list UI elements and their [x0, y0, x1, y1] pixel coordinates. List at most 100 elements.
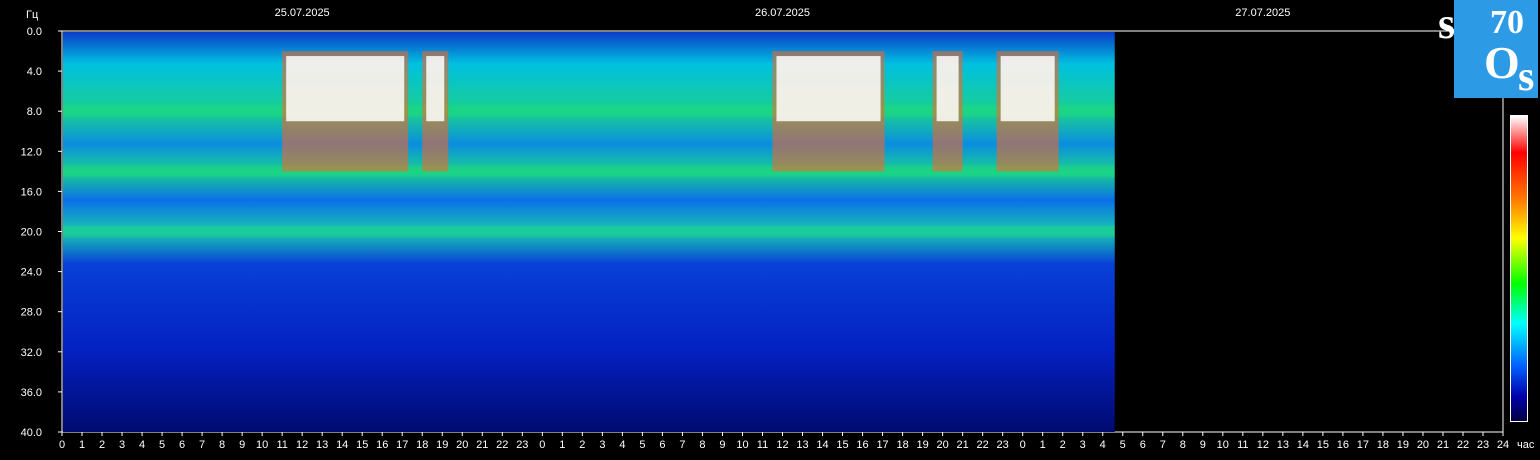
- x-tick-label: 19: [916, 439, 928, 451]
- x-tick-label: 6: [659, 439, 665, 451]
- x-tick-label: 16: [1337, 439, 1349, 451]
- y-tick-label: 20.0: [21, 227, 42, 239]
- x-tick-label: 21: [1437, 439, 1449, 451]
- date-label: 27.07.2025: [1235, 7, 1290, 19]
- x-tick-label: 12: [296, 439, 308, 451]
- date-label: 25.07.2025: [275, 7, 330, 19]
- x-tick-label: 12: [776, 439, 788, 451]
- x-tick-label: 15: [836, 439, 848, 451]
- x-tick-label: 19: [436, 439, 448, 451]
- x-tick-label: 11: [1237, 439, 1248, 451]
- x-tick-label: 10: [736, 439, 748, 451]
- x-tick-label: 6: [1140, 439, 1146, 451]
- x-tick-label: 8: [1180, 439, 1186, 451]
- y-tick-label: 36.0: [21, 387, 42, 399]
- x-tick-label: 16: [856, 439, 868, 451]
- y-tick-label: 0.0: [27, 26, 42, 38]
- x-tick-label: 23: [1477, 439, 1489, 451]
- x-tick-label: 14: [336, 439, 348, 451]
- x-tick-label: 10: [256, 439, 268, 451]
- peak-region: [1000, 56, 1055, 122]
- x-tick-label: 2: [99, 439, 105, 451]
- x-tick-label: 23: [516, 439, 528, 451]
- x-tick-label: 0: [539, 439, 545, 451]
- x-tick-label: 3: [1080, 439, 1086, 451]
- x-tick-label: 14: [816, 439, 828, 451]
- x-tick-label: 12: [1257, 439, 1269, 451]
- x-tick-label: 18: [416, 439, 428, 451]
- logo-o: O: [1484, 37, 1520, 88]
- x-tick-label: 3: [599, 439, 605, 451]
- sos70-logo: s 70 O s: [1438, 0, 1538, 100]
- x-tick-label: 20: [1417, 439, 1429, 451]
- x-tick-label: 8: [219, 439, 225, 451]
- x-tick-label: 21: [476, 439, 488, 451]
- y-tick-label: 40.0: [21, 427, 42, 439]
- x-tick-label: 21: [957, 439, 969, 451]
- x-tick-label: 4: [139, 439, 145, 451]
- x-tick-label: 5: [639, 439, 645, 451]
- x-tick-label: 9: [719, 439, 725, 451]
- peak-region: [426, 56, 445, 122]
- x-tick-label: 9: [239, 439, 245, 451]
- x-tick-label: 5: [1120, 439, 1126, 451]
- x-tick-label: 2: [1060, 439, 1066, 451]
- x-tick-label: 20: [456, 439, 468, 451]
- y-tick-label: 32.0: [21, 347, 42, 359]
- x-tick-label: 19: [1397, 439, 1409, 451]
- peak-region: [776, 56, 881, 122]
- x-tick-label: 15: [1317, 439, 1329, 451]
- x-tick-label: 13: [796, 439, 808, 451]
- y-tick-label: 8.0: [27, 106, 42, 118]
- spectrogram-area: [61, 30, 1504, 433]
- x-tick-label: 14: [1297, 439, 1309, 451]
- x-tick-label: 23: [997, 439, 1009, 451]
- x-tick-label: 18: [896, 439, 908, 451]
- x-tick-label: 20: [936, 439, 948, 451]
- x-tick-label: 2: [579, 439, 585, 451]
- x-tick-label: 17: [396, 439, 408, 451]
- y-tick-label: 16.0: [21, 186, 42, 198]
- y-tick-label: 12.0: [21, 146, 42, 158]
- x-tick-label: 13: [316, 439, 328, 451]
- x-tick-label: 7: [199, 439, 205, 451]
- x-tick-label: 3: [119, 439, 125, 451]
- x-tick-label: 22: [1457, 439, 1469, 451]
- y-axis-label: Гц: [26, 9, 39, 21]
- y-tick-label: 28.0: [21, 307, 42, 319]
- date-label: 26.07.2025: [755, 7, 810, 19]
- x-tick-label: 4: [619, 439, 625, 451]
- x-tick-label: 17: [1357, 439, 1369, 451]
- x-tick-label: 24: [1497, 439, 1509, 451]
- x-tick-label: 5: [159, 439, 165, 451]
- x-axis: 0 1 2 3 4 5 6 7 8 9 10 11 12 13 14 15 16 17 18 19 20 21 22 23 0 1…: [59, 432, 1509, 451]
- x-tick-label: 11: [757, 439, 768, 451]
- x-tick-label: 1: [559, 439, 565, 451]
- logo-70: 70: [1490, 4, 1524, 41]
- x-tick-label: 18: [1377, 439, 1389, 451]
- x-tick-label: 8: [699, 439, 705, 451]
- color-scale-legend: [1510, 115, 1528, 422]
- peak-region: [286, 56, 405, 122]
- x-tick-label: 22: [977, 439, 989, 451]
- logo-s-bottom: s: [1518, 54, 1535, 100]
- x-tick-label: 9: [1200, 439, 1206, 451]
- logo-s-top: s: [1438, 0, 1456, 48]
- date-labels: 25.07.2025 26.07.2025 27.07.2025: [275, 7, 1291, 19]
- resonance-band: [63, 225, 1115, 238]
- x-tick-label: 13: [1277, 439, 1289, 451]
- x-tick-label: 1: [79, 439, 85, 451]
- x-tick-label: 10: [1217, 439, 1229, 451]
- peak-region: [936, 56, 959, 122]
- y-axis: 0.0 4.0 8.0 12.0 16.0 20.0 24.0 28.0 32.0 36.0 40.…: [21, 26, 62, 439]
- x-tick-label: 0: [59, 439, 65, 451]
- x-tick-label: 6: [179, 439, 185, 451]
- x-tick-label: 4: [1100, 439, 1106, 451]
- x-tick-label: 11: [276, 439, 287, 451]
- x-tick-label: 16: [376, 439, 388, 451]
- x-tick-label: 0: [1020, 439, 1026, 451]
- y-tick-label: 24.0: [21, 267, 42, 279]
- x-tick-label: 7: [1160, 439, 1166, 451]
- x-axis-label: час: [1517, 439, 1535, 451]
- x-tick-label: 7: [679, 439, 685, 451]
